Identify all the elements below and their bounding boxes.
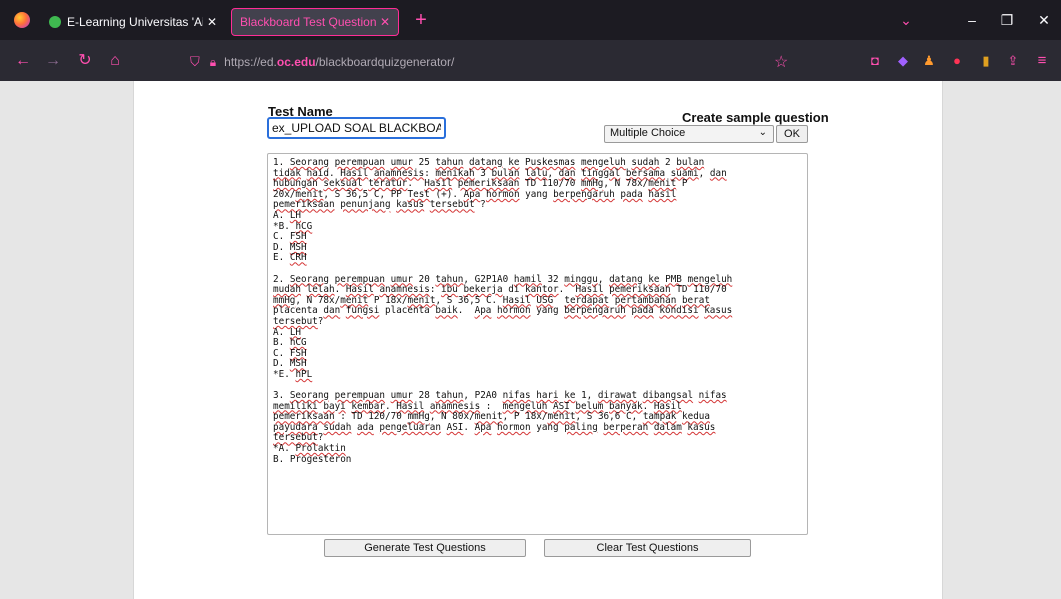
question-text-line: tersebut? [273,432,324,444]
minimize-button[interactable]: – [962,10,982,30]
question-text-line: E. CRH [273,252,307,264]
question-text-line: B. Progesteron [273,453,352,465]
extension-icon[interactable]: ◆ [894,52,912,70]
reload-icon[interactable]: ↻ [74,50,96,72]
question-text-line: B. hCG [273,337,307,349]
tab-elearning[interactable]: E-Learning Universitas 'Aisyiyah ✕ [41,8,225,36]
home-icon[interactable]: ⌂ [104,50,126,72]
question-text-line: tersebut? [273,315,324,327]
question-text-line: D. MSH [273,241,307,253]
pocket-icon[interactable]: ◘ [866,52,884,70]
lock-icon[interactable]: 🔒︎ [210,55,216,70]
question-text-line: C. FSH [273,231,307,243]
url-prefix: https://ed. [224,55,277,69]
browser-tab-bar: E-Learning Universitas 'Aisyiyah ✕ Black… [0,0,1061,40]
question-type-value: Multiple Choice [610,127,686,139]
chevron-down-icon: ⌄ [758,127,767,138]
extension-icon[interactable]: ● [948,52,966,70]
list-tabs-chevron-icon[interactable]: ⌄ [896,10,916,30]
question-type-select[interactable]: Multiple Choice ⌄ [604,125,774,143]
tab-title: Blackboard Test Question Generator [240,15,376,29]
question-text-line: A. LH [273,326,302,338]
close-tab-icon[interactable]: ✕ [207,15,217,29]
question-text-line: D. MSH [273,358,307,370]
close-tab-icon[interactable]: ✕ [380,15,390,29]
question-text-line: payudara sudah ada pengeluaran ASI. Apa … [273,421,716,433]
new-tab-button[interactable]: + [410,10,432,32]
question-text-line: C. FSH [273,347,307,359]
close-window-button[interactable]: ✕ [1034,10,1054,30]
question-text-line: A. LH [273,209,302,221]
page-viewport: Test Name Create sample question Multipl… [0,81,1061,599]
question-text-line: *B. hCG [273,220,313,232]
restore-button[interactable]: ❐ [997,10,1017,30]
generate-test-questions-button[interactable]: Generate Test Questions [324,539,526,557]
page-content: Test Name Create sample question Multipl… [133,81,943,599]
tab-title: E-Learning Universitas 'Aisyiyah [67,15,203,29]
back-arrow-icon[interactable]: ← [12,50,34,72]
share-icon[interactable]: ⇪ [1004,52,1022,70]
test-name-input[interactable] [267,117,446,139]
question-text-line: *A. Prolaktin [273,443,346,455]
extension-icon[interactable]: ▮ [977,52,995,70]
address-bar[interactable]: ⛉ 🔒︎ https://ed. oc.edu /blackboardquizg… [190,50,790,74]
create-sample-label: Create sample question [682,110,829,125]
question-text-line: *E. hPL [273,368,313,380]
question-text-line: placenta dan fungsi placenta baik. Apa h… [273,305,733,317]
site-favicon-icon [49,16,61,28]
tab-blackboard-generator[interactable]: Blackboard Test Question Generator ✕ [231,8,399,36]
questions-textarea[interactable]: 1. Seorang perempuan umur 25 tahun datan… [267,153,808,535]
extension-icon[interactable]: ♟ [920,52,938,70]
url-path: /blackboardquizgenerator/ [315,55,455,69]
forward-arrow-icon[interactable]: → [42,50,64,72]
question-text-line: pemeriksaan penunjang kasus tersebut ? [273,199,486,211]
hamburger-menu-icon[interactable]: ≡ [1033,52,1051,70]
tracking-shield-icon[interactable]: ⛉ [190,54,200,70]
ok-button[interactable]: OK [776,125,808,143]
firefox-logo-icon[interactable] [14,12,30,28]
url-domain: oc.edu [276,55,316,69]
clear-test-questions-button[interactable]: Clear Test Questions [544,539,751,557]
bookmark-star-icon[interactable]: ☆ [774,52,788,72]
